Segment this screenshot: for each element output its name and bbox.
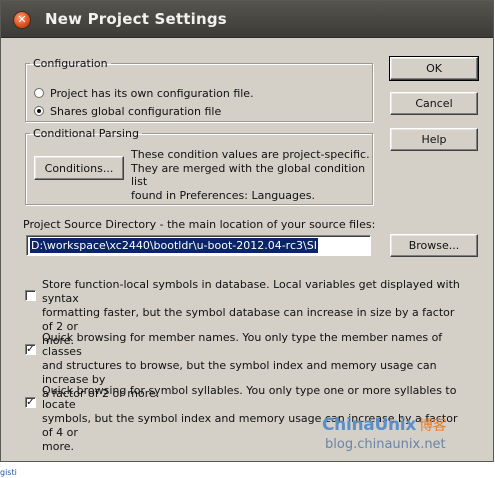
option-line: Quick browsing for symbol syllables. You… [42, 384, 457, 411]
close-window-button[interactable]: ✕ [14, 12, 30, 28]
option-line: Store function-local symbols in database… [42, 278, 460, 305]
background-text-fragment: gisti [0, 468, 17, 477]
option-line: Quick browsing for member names. You onl… [42, 331, 443, 358]
browse-button[interactable]: Browse... [390, 234, 478, 257]
title-bar: ✕ New Project Settings [1, 1, 493, 38]
radio-own-config-indicator[interactable] [34, 88, 44, 98]
checkbox-quick-member-names[interactable]: ✓ [25, 344, 36, 355]
watermark-brand: ChinaUnix [322, 415, 416, 435]
radio-shared-config-indicator[interactable] [34, 106, 44, 116]
conditional-parsing-legend: Conditional Parsing [33, 127, 139, 140]
radio-own-config[interactable]: Project has its own configuration file. [34, 85, 254, 101]
radio-shared-config[interactable]: Shares global configuration file [34, 103, 221, 119]
conditional-description-line: found in Preferences: Languages. [131, 188, 315, 202]
configuration-legend: Configuration [33, 57, 108, 70]
checkbox-quick-symbol-syllables[interactable]: ✓ [25, 397, 36, 408]
conditional-description-line: They are merged with the global conditio… [131, 161, 366, 189]
option-line: and structures to browse, but the symbol… [42, 359, 437, 386]
conditional-description-line: These condition values are project-speci… [131, 148, 370, 161]
option-line: formatting faster, but the symbol databa… [42, 306, 455, 333]
source-directory-label: Project Source Directory - the main loca… [23, 218, 376, 231]
help-button[interactable]: Help [390, 128, 478, 151]
radio-own-config-label: Project has its own configuration file. [50, 86, 254, 100]
source-directory-value: D:\workspace\xc2440\bootldr\u-boot-2012.… [30, 238, 318, 253]
conditional-description: These condition values are project-speci… [131, 148, 372, 202]
new-project-settings-dialog: ✕ New Project Settings Configuration Pro… [0, 0, 494, 462]
ok-button[interactable]: OK [389, 56, 479, 81]
source-directory-input[interactable]: D:\workspace\xc2440\bootldr\u-boot-2012.… [26, 235, 371, 256]
conditional-parsing-group: Conditional Parsing Conditions... These … [25, 127, 373, 205]
chinaunix-watermark: ChinaUnix 博客 [322, 415, 447, 435]
watermark-url: blog.chinaunix.net [325, 437, 446, 452]
window-title: New Project Settings [45, 10, 227, 28]
configuration-group: Configuration Project has its own config… [25, 57, 373, 122]
cancel-button[interactable]: Cancel [390, 92, 478, 115]
conditions-button[interactable]: Conditions... [34, 156, 124, 180]
watermark-brand-cn: 博客 [418, 418, 447, 434]
checkbox-store-local-symbols[interactable] [25, 290, 36, 301]
radio-shared-config-label: Shares global configuration file [50, 104, 222, 118]
